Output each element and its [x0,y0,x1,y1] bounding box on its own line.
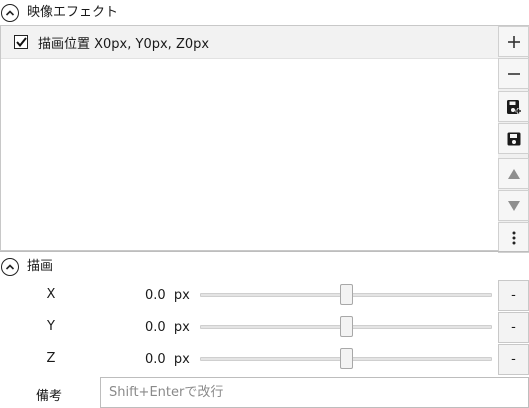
more-vertical-icon [512,231,515,244]
triangle-down-icon [507,200,520,211]
x-value-field[interactable]: 0.0 px [145,288,190,303]
z-value-field[interactable]: 0.0 px [145,352,190,367]
y-unit: px [173,320,190,335]
remove-effect-button[interactable] [498,58,529,89]
y-label: Y [47,319,55,334]
chevron-up-icon [5,10,15,16]
save-plus-icon [506,99,521,114]
note-input[interactable] [100,377,529,408]
effects-collapse-toggle[interactable] [1,4,19,22]
save-preset-button[interactable] [498,91,529,122]
checkmark-icon [15,37,27,47]
z-slider-thumb[interactable] [339,348,353,369]
save-icon [507,132,520,145]
z-unit: px [173,352,190,367]
triangle-up-icon [507,168,520,179]
note-label: 備考 [35,389,62,404]
section-divider [0,251,529,252]
move-up-button[interactable] [498,158,529,189]
y-value: 0.0 [145,320,166,335]
x-label: X [46,287,56,302]
effects-toolbar [498,25,529,253]
effects-section-title: 映像エフェクト [27,5,119,20]
move-down-button[interactable] [498,190,529,221]
effect-enabled-checkbox[interactable] [14,35,28,49]
z-value: 0.0 [145,352,166,367]
z-label: Z [46,351,56,366]
minus-icon [507,72,520,75]
x-slider-thumb[interactable] [339,284,353,305]
y-value-field[interactable]: 0.0 px [145,320,190,335]
draw-section-title: 描画 [27,259,54,274]
save-button[interactable] [498,123,529,154]
add-effect-button[interactable] [498,26,529,57]
effect-list-item[interactable]: 描画位置 X0px, Y0px, Z0px [1,26,498,59]
draw-collapse-toggle[interactable] [1,258,19,276]
z-mode-button[interactable]: - [498,344,529,375]
y-slider-thumb[interactable] [339,316,353,337]
effect-item-label: 描画位置 X0px, Y0px, Z0px [38,36,210,52]
more-options-button[interactable] [498,222,529,253]
chevron-up-icon [5,264,15,270]
plus-icon [507,35,520,48]
effects-list[interactable]: 描画位置 X0px, Y0px, Z0px [0,25,499,251]
y-mode-button[interactable]: - [498,312,529,343]
x-mode-button[interactable]: - [498,280,529,311]
x-unit: px [173,288,190,303]
x-value: 0.0 [145,288,166,303]
